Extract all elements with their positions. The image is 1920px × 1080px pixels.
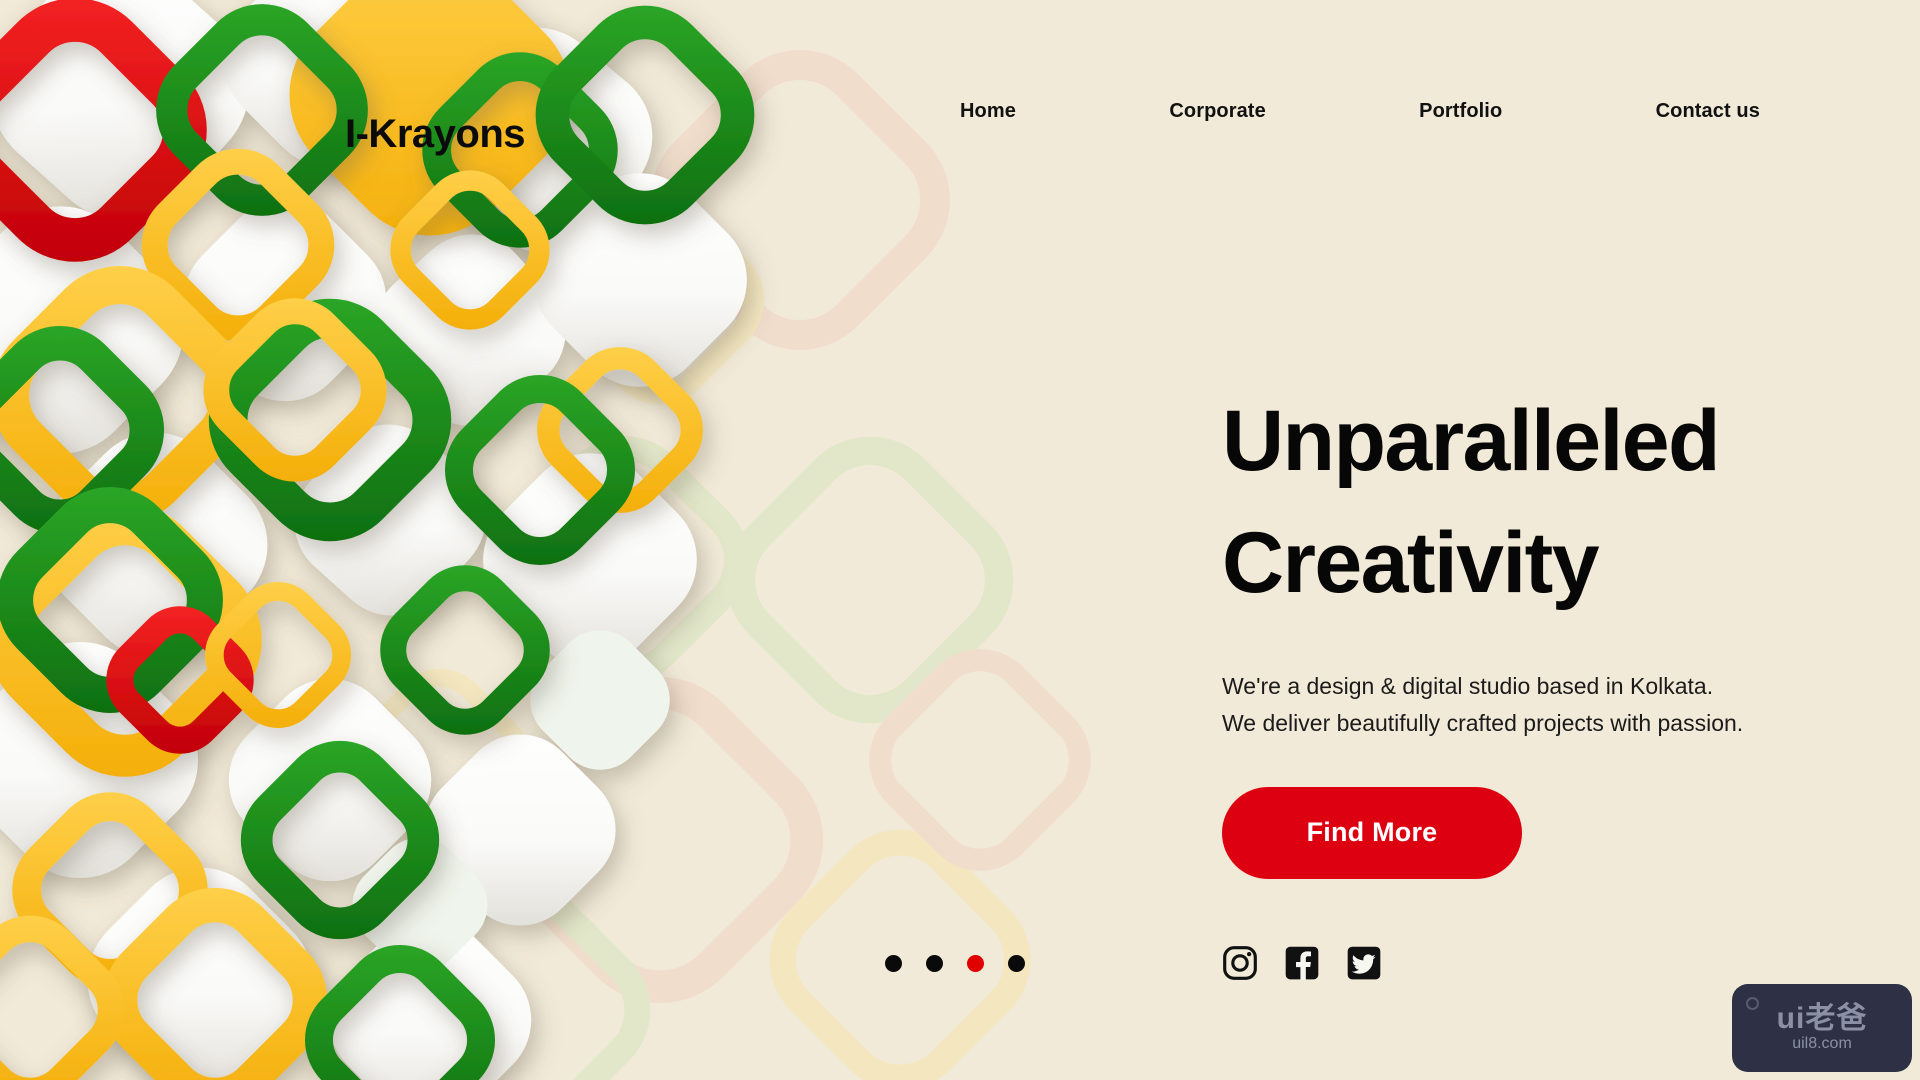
find-more-button[interactable]: Find More bbox=[1222, 786, 1522, 879]
main-navigation: Home Corporate Portfolio Contact us bbox=[960, 100, 1760, 123]
top-bar: I-Krayons Home Corporate Portfolio Conta… bbox=[0, 0, 1920, 190]
hero-subtitle-line-1: We're a design & digital studio based in… bbox=[1222, 673, 1714, 700]
watermark-url: uil8.com bbox=[1792, 1035, 1852, 1052]
carousel-pagination bbox=[885, 955, 1025, 972]
facebook-icon[interactable] bbox=[1284, 945, 1320, 981]
hero-subtitle: We're a design & digital studio based in… bbox=[1222, 668, 1862, 743]
nav-link-portfolio[interactable]: Portfolio bbox=[1419, 100, 1502, 123]
hero-content: Unparalleled Creativity We're a design &… bbox=[1222, 380, 1862, 879]
carousel-dot-3[interactable] bbox=[967, 955, 984, 972]
carousel-dot-2[interactable] bbox=[926, 955, 943, 972]
watermark-title: ui老爸 bbox=[1776, 1002, 1868, 1035]
hero-subtitle-line-2: We deliver beautifully crafted projects … bbox=[1222, 710, 1744, 737]
carousel-dot-1[interactable] bbox=[885, 955, 902, 972]
watermark-hole-icon bbox=[1746, 997, 1759, 1010]
twitter-icon[interactable] bbox=[1346, 945, 1382, 981]
watermark-badge: ui老爸 uil8.com bbox=[1732, 984, 1912, 1072]
brand-logo[interactable]: I-Krayons bbox=[345, 112, 526, 157]
social-links bbox=[1222, 945, 1382, 981]
nav-link-corporate[interactable]: Corporate bbox=[1169, 100, 1265, 123]
nav-link-home[interactable]: Home bbox=[960, 100, 1016, 123]
nav-link-contact-us[interactable]: Contact us bbox=[1656, 100, 1760, 123]
hero-heading-line-1: Unparalleled bbox=[1222, 393, 1721, 489]
hero-heading-line-2: Creativity bbox=[1222, 515, 1600, 612]
carousel-dot-4[interactable] bbox=[1008, 955, 1025, 972]
landing-page: I-Krayons Home Corporate Portfolio Conta… bbox=[0, 0, 1920, 1080]
instagram-icon[interactable] bbox=[1222, 945, 1258, 981]
hero-heading: Unparalleled Creativity bbox=[1222, 380, 1862, 624]
